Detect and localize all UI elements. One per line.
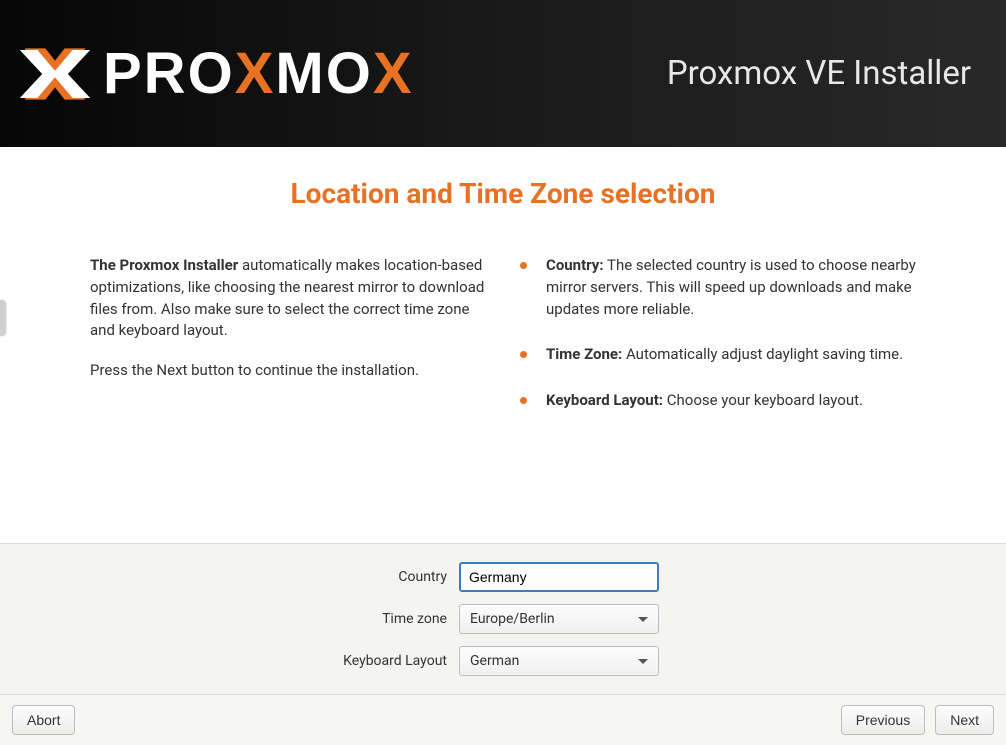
chevron-down-icon (638, 659, 648, 664)
page-heading: Location and Time Zone selection (90, 177, 916, 210)
intro-paragraph: The Proxmox Installer automatically make… (90, 255, 488, 342)
abort-button[interactable]: Abort (12, 705, 75, 735)
keyboard-label: Keyboard Layout (147, 653, 447, 669)
bullet-keyboard: Keyboard Layout: Choose your keyboard la… (518, 390, 916, 412)
keyboard-value: German (470, 653, 519, 669)
form-panel: Country Time zone Europe/Berlin Keyboard… (0, 543, 1006, 694)
timezone-label: Time zone (147, 611, 447, 627)
logo-text: PROXMOX (103, 40, 414, 107)
keyboard-select[interactable]: German (459, 646, 659, 676)
logo: PROXMOX (15, 34, 414, 114)
country-input[interactable] (459, 562, 659, 592)
right-column: Country: The selected country is used to… (518, 255, 916, 436)
press-next-text: Press the Next button to continue the in… (90, 360, 488, 382)
header-title: Proxmox VE Installer (667, 54, 971, 93)
content: Location and Time Zone selection The Pro… (0, 147, 1006, 543)
left-column: The Proxmox Installer automatically make… (90, 255, 488, 436)
timezone-value: Europe/Berlin (470, 611, 555, 627)
previous-button[interactable]: Previous (841, 705, 925, 735)
next-button[interactable]: Next (935, 705, 994, 735)
chevron-down-icon (638, 617, 648, 622)
bullet-country: Country: The selected country is used to… (518, 255, 916, 320)
window-edge-nub (0, 300, 6, 336)
proxmox-logo-icon (15, 34, 95, 114)
header: PROXMOX Proxmox VE Installer (0, 0, 1006, 147)
footer: Abort Previous Next (0, 694, 1006, 745)
timezone-select[interactable]: Europe/Berlin (459, 604, 659, 634)
bullet-timezone: Time Zone: Automatically adjust daylight… (518, 344, 916, 366)
country-label: Country (147, 569, 447, 585)
